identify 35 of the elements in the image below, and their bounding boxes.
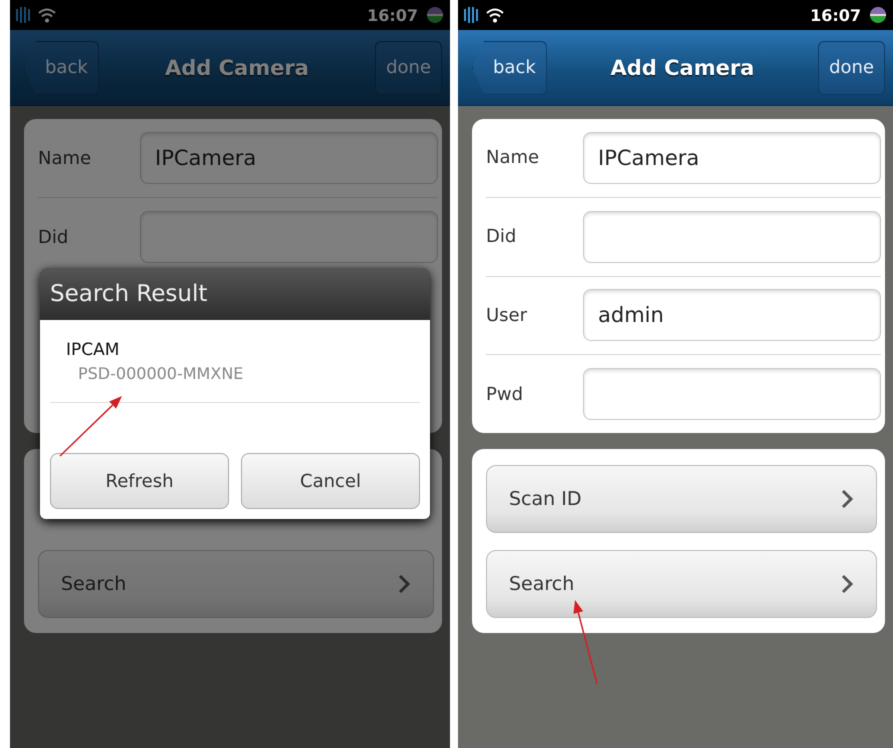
status-time: 16:07 xyxy=(367,6,418,24)
done-button[interactable]: done xyxy=(818,40,885,94)
back-button[interactable]: back xyxy=(472,40,547,94)
field-label: Name xyxy=(486,147,540,168)
chevron-right-icon xyxy=(398,574,411,594)
status-indicator-icon xyxy=(426,6,444,24)
field-label: Did xyxy=(486,226,518,248)
chevron-right-icon xyxy=(841,489,854,509)
wifi-icon xyxy=(38,7,56,23)
device-name: IPCAM xyxy=(66,340,120,360)
dialog-title: Search Result xyxy=(40,268,430,320)
signal-icon xyxy=(16,7,30,23)
input-field[interactable]: IPCamera xyxy=(583,132,881,184)
signal-icon xyxy=(464,7,478,23)
menu-button[interactable]: Search xyxy=(38,550,434,618)
dialog-button[interactable]: Refresh xyxy=(50,453,229,509)
field-label: Pwd xyxy=(486,384,524,405)
field-label: User xyxy=(486,304,528,326)
input-field[interactable]: admin xyxy=(583,289,881,342)
menu-button[interactable]: Search xyxy=(486,550,877,618)
input-field[interactable] xyxy=(583,210,881,263)
field-label: Name xyxy=(38,148,92,168)
dialog-button[interactable]: Cancel xyxy=(241,453,420,509)
input-field[interactable] xyxy=(140,211,438,263)
wifi-icon xyxy=(486,7,504,23)
status-indicator-icon xyxy=(869,6,887,24)
input-field[interactable] xyxy=(583,368,881,420)
screen-title: Add Camera xyxy=(164,56,310,80)
input-field[interactable]: IPCamera xyxy=(140,132,438,184)
status-time: 16:07 xyxy=(810,6,861,24)
field-label: Did xyxy=(38,226,70,248)
menu-button[interactable]: Scan ID xyxy=(486,465,877,533)
chevron-right-icon xyxy=(841,574,854,594)
device-id: PSD-000000-MMXNE xyxy=(77,364,244,383)
screen-title: Add Camera xyxy=(609,56,756,80)
